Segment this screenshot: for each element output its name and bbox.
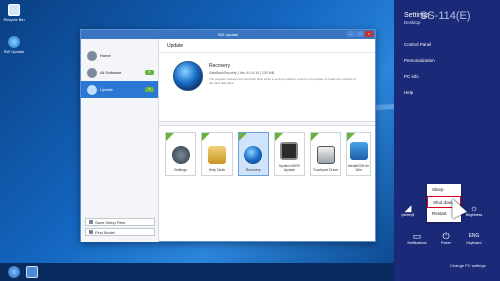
tile-help-desk[interactable]: Help Desk <box>201 132 233 176</box>
update-icon <box>87 84 97 95</box>
settings-charm-panel: Settings SS-114(E) Desktop Control Panel… <box>394 0 500 281</box>
detail-name: Recovery <box>209 63 231 69</box>
detail-panel: Recovery SafeBackSecurity | Ver. 6.0.6.1… <box>159 53 375 121</box>
update-flag-icon <box>274 133 283 141</box>
internet-explorer-icon[interactable] <box>8 266 20 278</box>
notifications-icon: ▭ <box>412 231 422 241</box>
tile-system-bios-update[interactable]: System BIOS Update <box>273 132 305 176</box>
quick-label: Notifications <box>407 241 427 245</box>
help-link[interactable]: Help <box>404 90 413 95</box>
update-flag-icon <box>166 133 174 141</box>
tile-label: MediaSOft for Win <box>347 164 370 172</box>
detail-description: The program restores the hard disk drive… <box>209 77 357 85</box>
media-icon <box>349 142 368 160</box>
desktop-icon-label: SW Update <box>3 49 25 54</box>
home-icon <box>87 50 97 61</box>
change-pc-settings-link[interactable]: Change PC settings <box>450 263 486 268</box>
quick-label: iptime@ <box>401 213 415 217</box>
software-tiles: Settings Help Desk Recovery System BIOS … <box>159 126 375 176</box>
tile-label: Settings <box>174 168 187 172</box>
desktop: Recycle Bin SW Update SW Update – □ × Ho… <box>0 0 394 263</box>
save-icon <box>89 220 93 224</box>
update-flag-icon <box>238 133 247 141</box>
tile-settings[interactable]: Settings <box>165 132 197 176</box>
control-panel-link[interactable]: Control Panel <box>404 42 431 47</box>
tile-touchpad-driver[interactable]: Touchpad Driver <box>310 132 342 176</box>
personalization-link[interactable]: Personalization <box>404 58 435 63</box>
sw-update-taskbar-icon[interactable] <box>26 266 38 278</box>
search-icon <box>89 230 93 234</box>
tile-label: Touchpad Driver <box>312 168 339 172</box>
taskbar <box>0 263 394 281</box>
settings-subtitle: Desktop <box>404 20 421 25</box>
power-icon: ⏻ <box>442 231 450 241</box>
main-content: Update Recovery SafeBackSecurity | Ver. … <box>159 39 375 241</box>
section-title: Update <box>159 39 375 53</box>
sidebar-item-label: All Software <box>100 70 122 75</box>
tile-mediasoft[interactable]: MediaSOft for Win <box>346 132 371 176</box>
quick-network[interactable]: ◢ iptime@ <box>396 203 420 217</box>
desktop-icon-recycle-bin[interactable]: Recycle Bin <box>3 4 25 22</box>
help-desk-icon <box>207 146 226 164</box>
count-badge: 5 <box>145 87 154 92</box>
quick-label: Power <box>441 241 451 245</box>
button-label: Find Model <box>95 229 115 235</box>
sidebar-item-label: Update <box>100 87 113 92</box>
detail-meta: SafeBackSecurity | Ver. 6.0.6.10 | 120 M… <box>209 71 275 75</box>
quick-label: Keyboard <box>466 241 482 245</box>
tile-label: Help Desk <box>208 168 225 172</box>
quick-keyboard[interactable]: ENG Keyboard <box>462 231 486 245</box>
update-flag-icon <box>202 133 211 141</box>
sidebar-item-home[interactable]: Home <box>81 47 158 64</box>
titlebar: SW Update – □ × <box>81 30 375 39</box>
update-flag-icon <box>311 133 319 141</box>
sidebar-item-label: Home <box>100 53 111 58</box>
find-model-button[interactable]: Find Model <box>85 228 155 236</box>
close-button[interactable]: × <box>365 31 373 37</box>
sidebar-bottom: Save Setup Files Find Model <box>85 216 155 236</box>
sidebar: Home All Software 5 Update 5 Save Setup … <box>81 39 159 242</box>
sleep-option[interactable]: Sleep <box>427 184 461 196</box>
keyboard-icon: ENG <box>468 233 480 239</box>
all-software-icon <box>87 67 97 78</box>
minimize-button[interactable]: – <box>347 31 355 37</box>
sw-update-window: SW Update – □ × Home All Software 5 Upda… <box>80 29 376 242</box>
sidebar-item-all-software[interactable]: All Software 5 <box>81 64 158 81</box>
window-title: SW Update <box>217 32 239 37</box>
window-controls: – □ × <box>347 31 373 37</box>
tile-recovery[interactable]: Recovery <box>237 132 269 176</box>
tile-label: System BIOS Update <box>278 164 300 172</box>
quick-notifications[interactable]: ▭ Notifications <box>405 231 429 245</box>
recovery-disc-icon <box>173 61 203 91</box>
quick-power[interactable]: ⏻ Power <box>434 231 458 245</box>
pc-info-link[interactable]: PC info <box>404 74 419 79</box>
sidebar-item-update[interactable]: Update 5 <box>81 81 158 98</box>
quick-label: Brightness <box>465 213 483 217</box>
desktop-icon-label: Recycle Bin <box>3 17 25 22</box>
sw-update-icon <box>8 36 20 48</box>
bios-chip-icon <box>280 142 299 160</box>
update-flag-icon <box>347 133 356 141</box>
machine-name: SS-114(E) <box>420 10 471 22</box>
recycle-bin-icon <box>8 4 20 16</box>
recovery-icon <box>244 146 263 164</box>
maximize-button[interactable]: □ <box>356 31 364 37</box>
touchpad-icon <box>316 146 335 164</box>
tile-label: Recovery <box>245 168 261 172</box>
button-label: Save Setup Files <box>95 219 126 225</box>
desktop-icon-sw-update[interactable]: SW Update <box>3 36 25 54</box>
wifi-icon: ◢ <box>404 203 412 213</box>
settings-icon <box>171 146 190 164</box>
save-setup-files-button[interactable]: Save Setup Files <box>85 218 155 226</box>
count-badge: 5 <box>145 70 154 75</box>
